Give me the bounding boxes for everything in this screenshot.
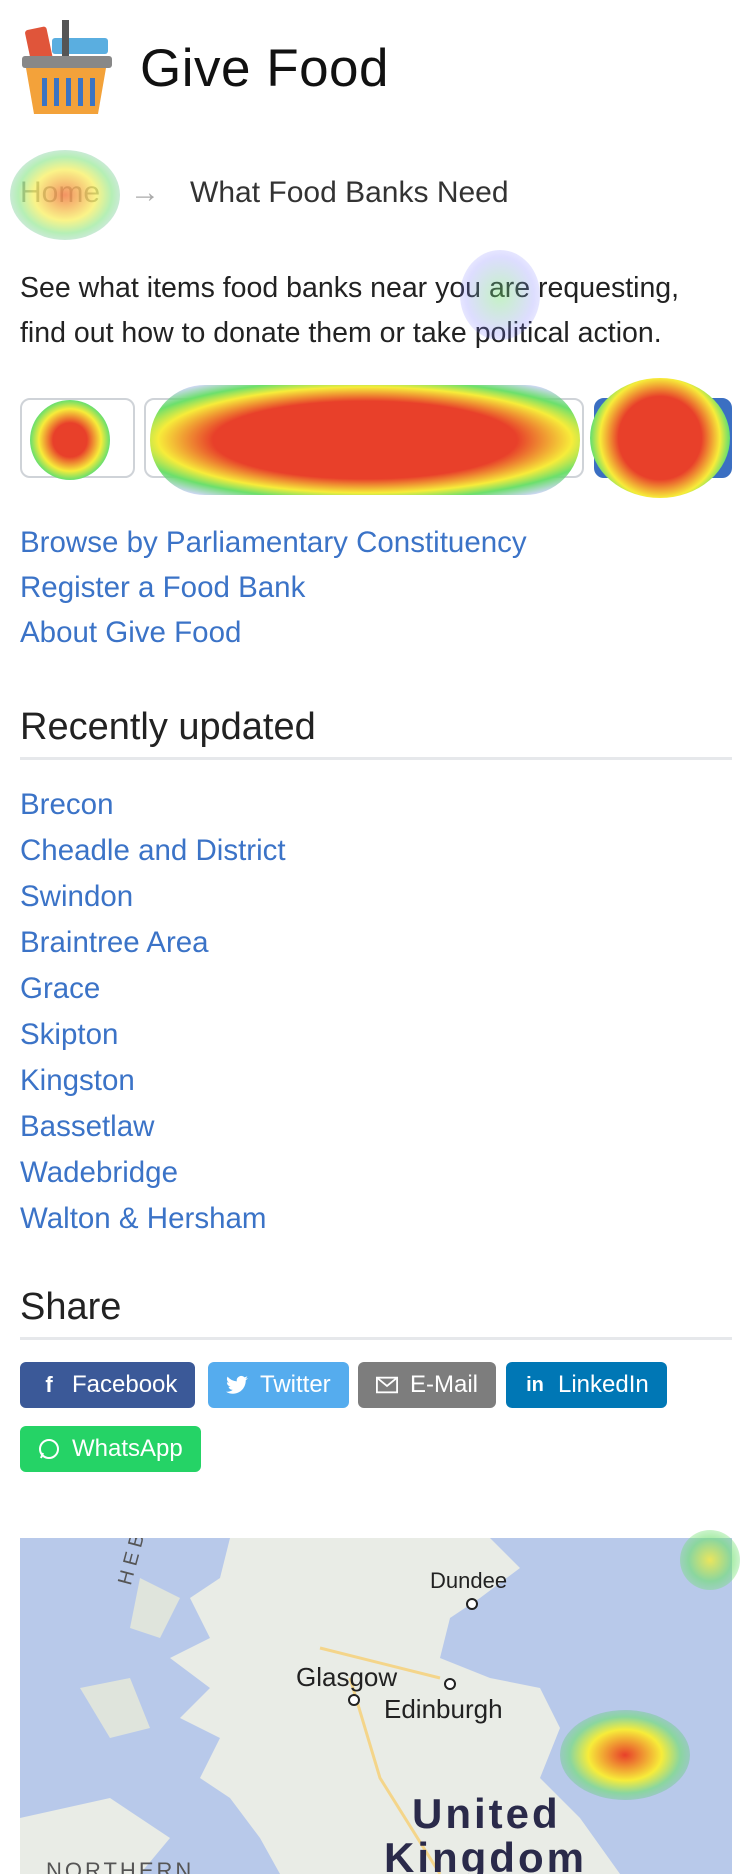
- share-whatsapp-button[interactable]: WhatsApp: [20, 1426, 201, 1472]
- map-label-edinburgh: Edinburgh: [384, 1694, 503, 1724]
- map-label-united: United: [412, 1790, 561, 1837]
- mail-icon: [376, 1374, 398, 1396]
- city-dot: [466, 1598, 478, 1610]
- link-browse-constituency[interactable]: Browse by Parliamentary Constituency: [20, 520, 527, 565]
- search-controls: [20, 398, 732, 478]
- link-register-food-bank[interactable]: Register a Food Bank: [20, 565, 527, 610]
- share-twitter-button[interactable]: Twitter: [208, 1362, 349, 1408]
- nav-links: Browse by Parliamentary Constituency Reg…: [20, 520, 527, 655]
- divider: [20, 757, 732, 760]
- food-bank-map[interactable]: H E B Dundee Glasgow Edinburgh United Ki…: [20, 1538, 732, 1874]
- twitter-icon: [226, 1374, 248, 1396]
- list-item[interactable]: Brecon: [20, 782, 286, 828]
- basket-logo-icon[interactable]: [20, 18, 112, 118]
- link-about[interactable]: About Give Food: [20, 610, 527, 655]
- breadcrumb-home-link[interactable]: Home: [20, 176, 100, 210]
- share-facebook-button[interactable]: f Facebook: [20, 1362, 196, 1408]
- whatsapp-icon: [38, 1438, 60, 1460]
- list-item[interactable]: Braintree Area: [20, 920, 286, 966]
- list-item[interactable]: Walton & Hersham: [20, 1196, 286, 1242]
- list-item[interactable]: Cheadle and District: [20, 828, 286, 874]
- list-item[interactable]: Swindon: [20, 874, 286, 920]
- map-label-dundee: Dundee: [430, 1568, 508, 1593]
- list-item[interactable]: Grace: [20, 966, 286, 1012]
- recently-updated-heading: Recently updated: [20, 706, 316, 748]
- list-item[interactable]: Bassetlaw: [20, 1104, 286, 1150]
- map-label-kingdom: Kingdom: [384, 1834, 587, 1874]
- share-whatsapp-label: WhatsApp: [72, 1435, 183, 1462]
- breadcrumb-separator: →: [130, 176, 161, 209]
- search-input[interactable]: [144, 398, 584, 478]
- list-item[interactable]: Skipton: [20, 1012, 286, 1058]
- list-item[interactable]: Wadebridge: [20, 1150, 286, 1196]
- facebook-icon: f: [45, 1372, 53, 1397]
- map-label-northern: NORTHERN: [46, 1858, 195, 1874]
- site-header: Give Food: [20, 18, 389, 118]
- share-email-label: E-Mail: [410, 1371, 479, 1398]
- linkedin-icon: in: [526, 1373, 544, 1396]
- breadcrumb: Home → What Food Banks Need: [20, 176, 509, 210]
- site-title[interactable]: Give Food: [140, 38, 389, 99]
- share-heading: Share: [20, 1286, 122, 1328]
- city-dot: [444, 1678, 456, 1690]
- city-dot: [348, 1694, 360, 1706]
- locate-button[interactable]: [20, 398, 135, 478]
- share-facebook-label: Facebook: [72, 1371, 178, 1398]
- recent-list: Brecon Cheadle and District Swindon Brai…: [20, 782, 286, 1242]
- map-land: [20, 1538, 620, 1874]
- search-submit-button[interactable]: [594, 398, 732, 478]
- share-email-button[interactable]: E-Mail: [358, 1362, 497, 1408]
- share-twitter-label: Twitter: [260, 1371, 331, 1398]
- breadcrumb-current: What Food Banks Need: [190, 176, 509, 209]
- map-label-glasgow: Glasgow: [296, 1662, 398, 1692]
- list-item[interactable]: Kingston: [20, 1058, 286, 1104]
- share-linkedin-button[interactable]: in LinkedIn: [506, 1362, 667, 1408]
- divider: [20, 1337, 732, 1340]
- intro-text: See what items food banks near you are r…: [20, 272, 680, 349]
- share-linkedin-label: LinkedIn: [558, 1371, 649, 1398]
